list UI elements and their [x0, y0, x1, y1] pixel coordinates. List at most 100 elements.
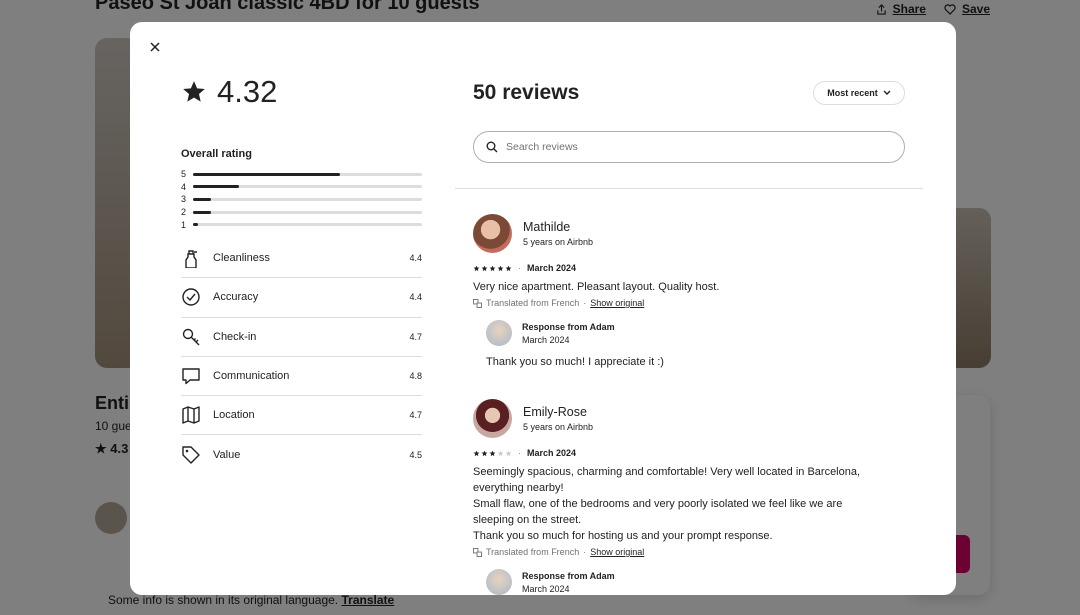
rating-bar-track: [193, 210, 422, 214]
star-icon: [505, 450, 512, 456]
category-name: Accuracy: [213, 291, 259, 304]
rating-distribution: 54 3 21: [181, 168, 422, 231]
star-icon: [481, 265, 488, 271]
star-icon: [497, 265, 504, 271]
review-date: March 2024: [527, 263, 577, 273]
star-icon: [489, 265, 496, 271]
response-header: Response from Adam March 2024: [486, 569, 913, 595]
category-name: Communication: [213, 370, 290, 382]
key-icon: [181, 327, 201, 347]
rating-bar-fill: [193, 197, 212, 201]
translation-info: Translated from French · Show original: [473, 298, 913, 308]
overall-rating: 4.32: [181, 72, 422, 112]
category-value: 4.4: [409, 292, 422, 303]
category-row: Communication 4.8: [181, 357, 422, 397]
translation-separator: ·: [583, 547, 587, 557]
review-date: March 2024: [527, 448, 577, 458]
tag-icon: [181, 445, 201, 465]
close-icon: [150, 42, 160, 52]
category-row: Accuracy 4.4: [181, 278, 422, 318]
translation-info: Translated from French · Show original: [473, 547, 913, 557]
rating-bar-fill: [193, 185, 239, 189]
reviewer-tenure: 5 years on Airbnb: [523, 422, 594, 432]
review-text-line: Thank you so much for hosting us and you…: [473, 530, 773, 542]
category-name: Value: [213, 449, 241, 462]
message-icon: [181, 366, 201, 386]
meta-separator: ·: [518, 448, 521, 458]
reviews-panel: 50 reviews Most recent Mathilde 5 years …: [455, 22, 923, 595]
divider: [455, 188, 923, 189]
avatar[interactable]: [486, 569, 512, 595]
category-name: Check-in: [213, 330, 257, 343]
rating-bar-label: 1: [181, 219, 187, 230]
avatar[interactable]: [486, 320, 512, 346]
reviewer-name[interactable]: Mathilde: [523, 220, 593, 234]
category-value: 4.7: [409, 331, 422, 342]
rating-bar-label: 3: [181, 194, 187, 205]
category-name: Cleanliness: [213, 252, 270, 265]
sort-label: Most recent: [827, 88, 878, 98]
translate-icon: [473, 298, 482, 308]
translated-label: Translated from French: [486, 547, 580, 557]
search-box[interactable]: [473, 131, 905, 163]
star-rating: [473, 265, 512, 272]
avatar[interactable]: [473, 399, 512, 438]
rating-bar-track: [193, 197, 422, 201]
reviewer-name[interactable]: Emily-Rose: [523, 405, 593, 419]
category-value: 4.8: [409, 371, 422, 381]
rating-bar-row: 1: [181, 218, 422, 231]
rating-bar-label: 2: [181, 207, 187, 218]
close-button[interactable]: [146, 38, 164, 56]
review-text-line: Small flaw, one of the bedrooms and very…: [473, 498, 843, 510]
review-text: Very nice apartment. Pleasant layout. Qu…: [473, 281, 720, 293]
check-circle-icon: [181, 287, 201, 307]
spray-bottle-icon: [181, 248, 201, 269]
rating-bar-track: [193, 185, 422, 189]
star-icon: [183, 81, 205, 102]
host-response: Response from Adam March 2024: [486, 569, 913, 595]
meta-separator: ·: [518, 263, 521, 273]
overall-rating-label: Overall rating: [181, 148, 252, 160]
rating-bar-row: 4: [181, 181, 422, 194]
category-row: Location 4.7: [181, 396, 422, 436]
review-meta: · March 2024: [473, 448, 913, 458]
category-ratings: Cleanliness 4.4 Accuracy 4.4 Check-in 4.7 Comm…: [181, 239, 422, 475]
map-icon: [181, 405, 201, 425]
translation-separator: ·: [583, 298, 587, 308]
sort-dropdown[interactable]: Most recent: [813, 81, 905, 105]
translated-label: Translated from French: [486, 298, 580, 308]
star-icon: [489, 450, 496, 456]
review-text: Seemingly spacious, charming and comfort…: [473, 464, 913, 544]
category-name: Location: [213, 409, 255, 422]
category-row: Value 4.5: [181, 435, 422, 474]
rating-bar-row: 5: [181, 168, 422, 181]
rating-bar-row: 2: [181, 206, 422, 219]
review-text-line: sleeping on the street.: [473, 514, 582, 526]
review-item: Mathilde 5 years on Airbnb · March 2024 …: [473, 214, 913, 368]
response-date: March 2024: [522, 334, 570, 345]
category-row: Cleanliness 4.4: [181, 239, 422, 279]
response-header: Response from Adam March 2024: [486, 320, 913, 346]
category-value: 4.5: [409, 450, 422, 461]
avatar[interactable]: [473, 214, 512, 253]
reviews-count-title: 50 reviews: [473, 81, 580, 104]
star-icon: [497, 450, 504, 456]
response-date: March 2024: [522, 583, 570, 594]
rating-bar-fill: [193, 210, 212, 214]
category-value: 4.4: [409, 253, 422, 264]
review-text-line: everything nearby!: [473, 482, 564, 494]
reviewer-header: Mathilde 5 years on Airbnb: [473, 214, 913, 253]
rating-bar-label: 4: [181, 181, 187, 192]
reviewer-tenure: 5 years on Airbnb: [523, 237, 594, 247]
reviewer-header: Emily-Rose 5 years on Airbnb: [473, 399, 913, 438]
search-icon: [486, 141, 498, 153]
star-icon: [481, 450, 488, 456]
star-icon: [473, 265, 480, 271]
show-original-link[interactable]: Show original: [590, 547, 644, 557]
rating-bar-track: [193, 223, 422, 227]
search-input[interactable]: [506, 141, 886, 153]
chevron-down-icon: [883, 90, 891, 95]
star-icon: [505, 265, 512, 271]
rating-bar-fill: [193, 172, 340, 176]
show-original-link[interactable]: Show original: [590, 298, 644, 308]
